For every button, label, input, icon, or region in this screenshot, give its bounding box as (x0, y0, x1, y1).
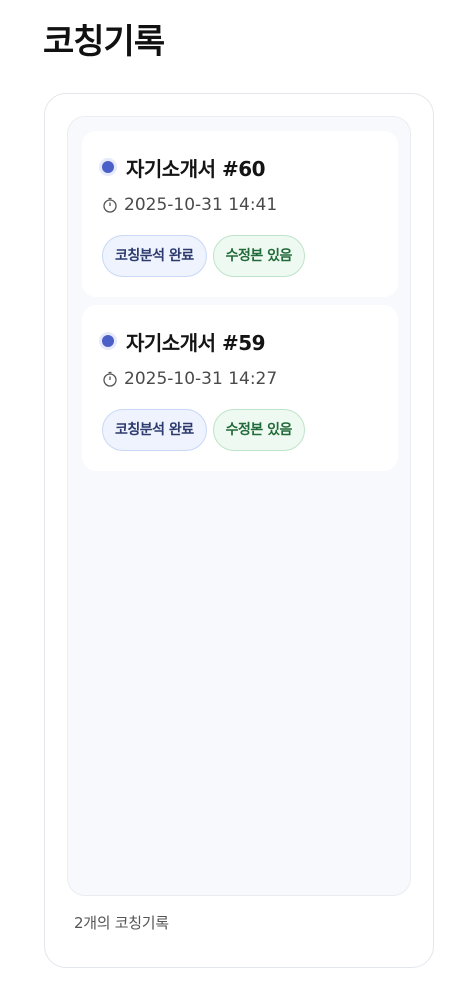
coaching-records-card: 자기소개서 #60 2025-10-31 14:41 코칭분석 완료 수정본 있… (44, 93, 434, 968)
record-title: 자기소개서 #60 (126, 156, 266, 181)
revision-badge: 수정본 있음 (212, 235, 305, 277)
status-dot-icon (102, 161, 114, 173)
record-time-row: 2025-10-31 14:41 (102, 195, 277, 215)
record-tags: 코칭분석 완료 수정본 있음 (102, 409, 311, 451)
coaching-analysis-badge: 코칭분석 완료 (102, 235, 207, 277)
record-card[interactable]: 자기소개서 #60 2025-10-31 14:41 코칭분석 완료 수정본 있… (82, 131, 398, 297)
record-timestamp: 2025-10-31 14:27 (124, 369, 278, 389)
status-dot-icon (102, 335, 114, 347)
records-count: 2개의 코칭기록 (74, 914, 169, 932)
record-title: 자기소개서 #59 (126, 330, 266, 355)
record-time-row: 2025-10-31 14:27 (102, 369, 277, 389)
record-timestamp: 2025-10-31 14:41 (124, 195, 278, 215)
records-list[interactable]: 자기소개서 #60 2025-10-31 14:41 코칭분석 완료 수정본 있… (67, 116, 411, 896)
record-title-row: 자기소개서 #60 (100, 151, 266, 183)
revision-badge: 수정본 있음 (212, 409, 305, 451)
coaching-analysis-badge: 코칭분석 완료 (102, 409, 207, 451)
record-card[interactable]: 자기소개서 #59 2025-10-31 14:27 코칭분석 완료 수정본 있… (82, 305, 398, 471)
page-title: 코칭기록 (43, 22, 165, 62)
record-title-row: 자기소개서 #59 (100, 325, 266, 357)
stopwatch-icon (103, 371, 117, 387)
record-tags: 코칭분석 완료 수정본 있음 (102, 235, 311, 277)
stopwatch-icon (103, 197, 117, 213)
